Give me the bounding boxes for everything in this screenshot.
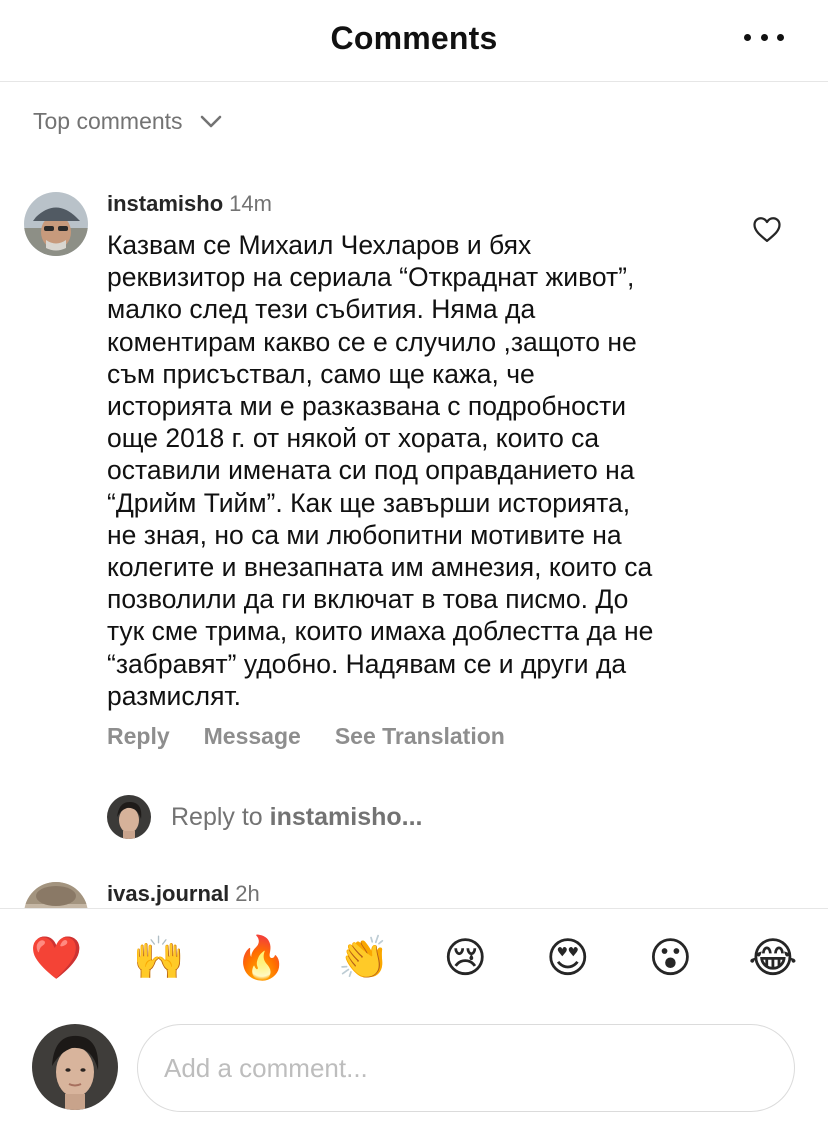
sort-label: Top comments <box>33 108 183 134</box>
avatar[interactable] <box>24 882 88 908</box>
comment-username[interactable]: ivas.journal 2h <box>107 881 260 907</box>
reply-prompt-text: Reply to instamisho... <box>171 802 423 831</box>
chevron-down-icon <box>200 115 221 127</box>
reply-prompt[interactable]: Reply to instamisho... <box>107 795 422 839</box>
message-button[interactable]: Message <box>204 723 301 750</box>
heart-icon[interactable] <box>752 215 782 243</box>
heart-eyes-emoji[interactable]: 😍 <box>543 933 593 983</box>
avatar <box>107 795 151 839</box>
reply-button[interactable]: Reply <box>107 723 170 750</box>
comment-text: Казвам се Михаил Чехларов и бях реквизит… <box>107 230 654 711</box>
sort-dropdown[interactable]: Top comments <box>33 108 223 135</box>
surprised-face-emoji[interactable]: 😮 <box>645 933 695 983</box>
heart-emoji[interactable]: ❤️ <box>30 933 82 983</box>
add-comment-input[interactable] <box>137 1024 795 1112</box>
comment-time: 2h <box>235 881 260 906</box>
tears-of-joy-emoji[interactable]: 😂 <box>748 933 798 983</box>
more-horizontal-icon[interactable] <box>744 34 784 46</box>
comment-time: 14m <box>229 191 272 216</box>
header-bar: Comments <box>0 0 828 82</box>
raising-hands-emoji[interactable]: 🙌 <box>133 933 185 983</box>
comment-actions: Reply Message See Translation <box>107 723 505 750</box>
avatar <box>32 1024 118 1110</box>
comment-item: ivas.journal 2h <box>0 872 828 908</box>
fire-emoji[interactable]: 🔥 <box>235 933 287 983</box>
crying-face-emoji[interactable]: 😢 <box>440 933 490 983</box>
emoji-reaction-bar: ❤️ 🙌 🔥 👏 😢 😍 😮 😂 <box>0 908 828 1018</box>
comment-composer <box>0 1018 828 1127</box>
page-title: Comments <box>330 20 498 56</box>
see-translation-button[interactable]: See Translation <box>335 723 505 750</box>
avatar[interactable] <box>24 192 88 256</box>
clapping-hands-emoji[interactable]: 👏 <box>338 933 390 983</box>
comment-username[interactable]: instamisho 14m <box>107 191 272 217</box>
